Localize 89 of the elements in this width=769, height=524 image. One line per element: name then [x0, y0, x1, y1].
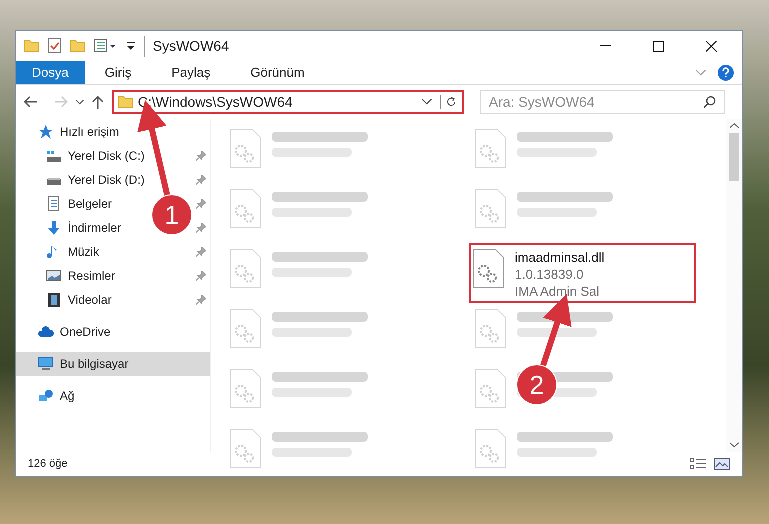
sidebar-item[interactable]: İndirmeler — [16, 216, 130, 240]
scroll-up-icon[interactable] — [730, 123, 738, 129]
dll-file-icon — [475, 129, 507, 169]
search-field[interactable]: Ara: SysWOW64 — [480, 90, 725, 114]
callout-number: 2 — [530, 370, 544, 400]
drive-c-icon — [46, 148, 62, 164]
close-icon — [706, 40, 717, 52]
properties-icon[interactable] — [48, 38, 62, 54]
dll-file-icon — [473, 249, 505, 289]
sidebar-item[interactable]: Yerel Disk (C:) — [16, 144, 153, 168]
file-name: imaadminsal.dll — [515, 249, 605, 266]
address-path: C:\Windows\SysWOW64 — [138, 92, 294, 112]
up-arrow-icon[interactable] — [92, 95, 104, 109]
help-icon[interactable] — [718, 64, 734, 80]
pin-icon[interactable] — [196, 247, 206, 257]
pictures-icon — [46, 268, 62, 284]
dll-file-icon — [230, 369, 262, 409]
pin-icon[interactable] — [196, 271, 206, 281]
sidebar-item[interactable]: Bu bilgisayar — [16, 352, 210, 376]
download-icon — [46, 220, 62, 236]
back-arrow-icon[interactable] — [24, 96, 38, 108]
computer-icon — [38, 356, 54, 372]
sidebar-label: İndirmeler — [68, 220, 122, 237]
search-icon — [704, 96, 716, 108]
sidebar-item[interactable]: Belgeler — [16, 192, 120, 216]
sidebar-item[interactable]: Resimler — [16, 264, 124, 288]
view-options-icon[interactable] — [94, 39, 118, 53]
large-icons-view-icon[interactable] — [714, 458, 730, 470]
pin-icon[interactable] — [196, 151, 206, 161]
recent-locations-icon[interactable] — [76, 100, 84, 104]
sidebar-item[interactable]: Müzik — [16, 240, 108, 264]
minimize-icon — [600, 45, 611, 47]
maximize-icon — [653, 40, 664, 52]
scrollbar[interactable] — [726, 119, 742, 452]
dropdown-caret-icon[interactable] — [422, 99, 432, 105]
folder-icon — [118, 95, 134, 109]
cloud-icon — [38, 324, 54, 340]
sidebar-label: Müzik — [68, 244, 100, 261]
sidebar-label: Hızlı erişim — [60, 124, 120, 141]
ribbon-tab[interactable]: Görünüm — [230, 61, 325, 84]
sidebar-item[interactable]: Yerel Disk (D:) — [16, 168, 153, 192]
address-bar[interactable]: C:\Windows\SysWOW64 — [112, 90, 464, 114]
customize-toolbar-icon[interactable] — [126, 40, 136, 52]
sidebar-label: Videolar — [68, 292, 112, 309]
document-icon — [46, 196, 62, 212]
dll-file-icon — [475, 429, 507, 469]
dll-file-icon — [475, 309, 507, 349]
search-input[interactable]: Ara: SysWOW64 — [489, 92, 704, 112]
pin-icon[interactable] — [196, 223, 206, 233]
scrollbar-thumb[interactable] — [729, 133, 739, 181]
callout-badge — [152, 194, 192, 236]
ribbon-tab[interactable]: Dosya — [16, 61, 85, 84]
dll-file-icon — [230, 189, 262, 229]
sidebar-label: Yerel Disk (D:) — [68, 172, 145, 189]
sidebar-label: Yerel Disk (C:) — [68, 148, 145, 165]
details-view-icon[interactable] — [690, 458, 706, 470]
sidebar-item[interactable]: OneDrive — [16, 320, 119, 344]
callout-badge — [516, 364, 558, 406]
dll-file-icon — [230, 129, 262, 169]
file-detail: IMA Admin Sal — [515, 283, 601, 300]
callout-number: 1 — [164, 200, 180, 230]
video-icon — [46, 292, 62, 308]
dll-file-icon — [230, 249, 262, 289]
ribbon-tab[interactable]: Paylaş — [152, 61, 231, 84]
sidebar-label: OneDrive — [60, 324, 111, 341]
sidebar-item[interactable]: Hızlı erişim — [16, 120, 128, 144]
item-count: 126 öğe — [28, 456, 68, 472]
sidebar-label: Resimler — [68, 268, 116, 285]
window-title: SysWOW64 — [144, 36, 230, 56]
pin-icon[interactable] — [196, 199, 206, 209]
dll-file-icon — [475, 189, 507, 229]
star-icon — [38, 124, 54, 140]
pin-icon[interactable] — [196, 295, 206, 305]
sidebar-label: Belgeler — [68, 196, 112, 213]
network-icon — [38, 388, 54, 404]
ribbon-tab[interactable]: Giriş — [84, 61, 152, 84]
sidebar-label: Bu bilgisayar — [60, 356, 129, 373]
file-detail: 1.0.13839.0 — [515, 266, 585, 283]
file-item[interactable]: imaadminsal.dll 1.0.13839.0 IMA Admin Sal — [469, 243, 696, 303]
dll-file-icon — [475, 369, 507, 409]
dll-file-icon — [230, 309, 262, 349]
sidebar-item[interactable]: Ağ — [16, 384, 83, 408]
scroll-down-icon[interactable] — [730, 442, 738, 448]
dll-file-icon — [230, 429, 262, 469]
sidebar-label: Ağ — [60, 388, 75, 405]
pin-icon[interactable] — [196, 175, 206, 185]
refresh-icon[interactable] — [440, 95, 458, 109]
expand-ribbon-icon[interactable] — [696, 70, 706, 76]
sidebar-item[interactable]: Videolar — [16, 288, 120, 312]
